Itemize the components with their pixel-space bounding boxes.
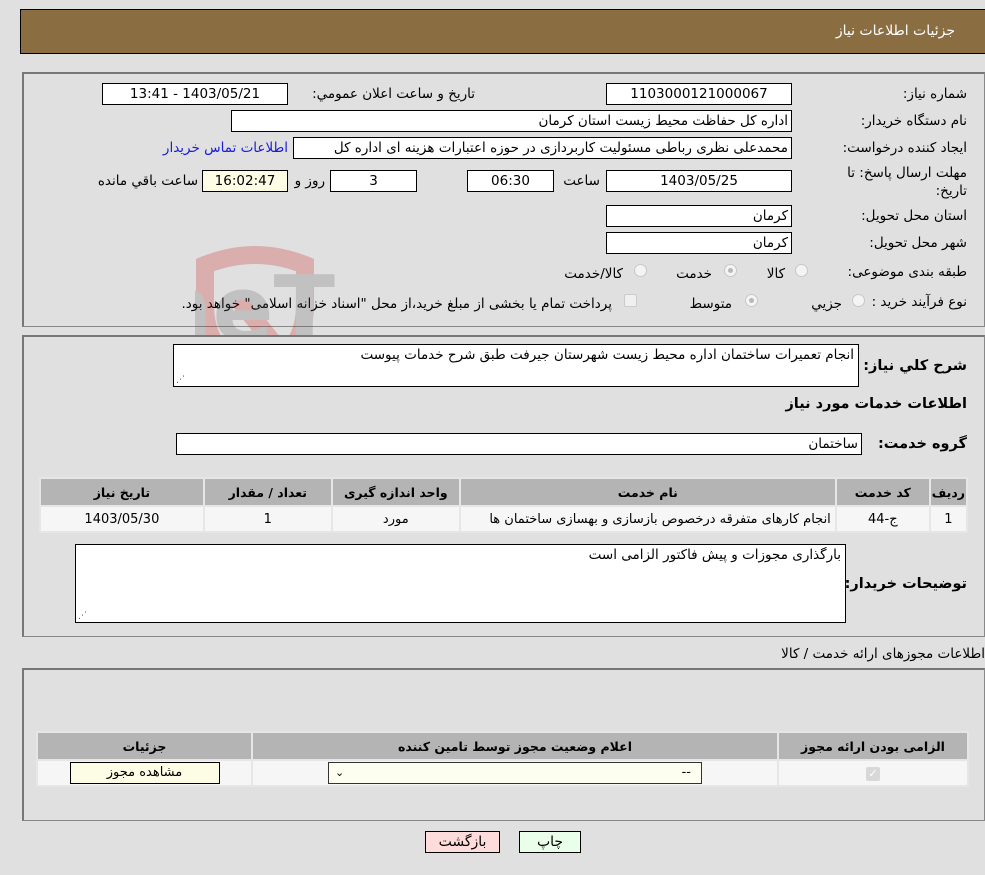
services-table-header: رديف کد خدمت نام خدمت واحد اندازه گیری ت… (39, 477, 969, 507)
buyer-notes-label: توضیحات خریدار: (844, 576, 967, 592)
cell-row: 1 (928, 505, 969, 533)
category-label: طبقه بندی موضوعی: (847, 264, 967, 280)
description-label: شرح کلي نياز: (863, 358, 967, 374)
payment-note: پرداخت تمام یا بخشی از مبلغ خرید،از محل … (181, 296, 612, 312)
required-checkbox[interactable]: ✓ (866, 766, 880, 781)
category-radio-service[interactable] (724, 264, 737, 277)
service-group-label: گروه خدمت: (877, 436, 967, 452)
deadline-date-field: 1403/05/25 (606, 170, 792, 192)
process-radio-medium[interactable] (745, 294, 758, 307)
resize-grip-icon[interactable]: ⋰ (78, 611, 87, 621)
buyer-notes-text: بارگذاری مجوزات و پیش فاکتور الزامی است (588, 547, 841, 563)
permits-table: الزامی بودن ارائه مجوز اعلام وضعیت مجوز … (36, 731, 969, 787)
cell-name: انجام کارهای متفرقه درخصوص بازسازی و بهس… (458, 505, 837, 533)
col-qty: تعداد / مقدار (202, 477, 333, 507)
buyer-notes-textarea[interactable]: بارگذاری مجوزات و پیش فاکتور الزامی است … (75, 544, 846, 623)
deadline-time-label: ساعت (563, 173, 600, 189)
col-status: اعلام وضعیت مجوز توسط تامین کننده (251, 731, 779, 761)
cell-unit: مورد (330, 505, 461, 533)
days-label: روز و (294, 173, 325, 189)
need-number-field: 1103000121000067 (606, 83, 792, 105)
cell-date: 1403/05/30 (39, 505, 205, 533)
buyer-org-field: اداره کل حفاظت محیط زیست استان کرمان (231, 110, 792, 132)
category-option-goods: کالا (766, 266, 785, 282)
page-header: جزئیات اطلاعات نیاز (20, 9, 985, 54)
category-radio-goods[interactable] (795, 264, 808, 277)
col-code: کد خدمت (834, 477, 931, 507)
table-row: 1 ج-44 انجام کارهای متفرقه درخصوص بازساز… (39, 505, 969, 533)
need-number-label: شماره نیاز: (902, 86, 967, 102)
creator-field: محمدعلی نظری رباطی مسئولیت کاربردازی در … (293, 137, 792, 159)
contact-info-link[interactable]: اطلاعات تماس خریدار (163, 140, 288, 156)
cell-qty: 1 (202, 505, 333, 533)
col-details: جزئیات (36, 731, 253, 761)
permit-status-value: -- (681, 765, 691, 780)
col-required: الزامی بودن ارائه مجوز (777, 731, 969, 761)
category-option-goods-service: کالا/خدمت (564, 266, 623, 282)
print-button[interactable]: چاپ (519, 831, 581, 853)
services-heading: اطلاعات خدمات مورد نیاز (785, 396, 967, 412)
process-label: نوع فرآیند خرید : (871, 294, 967, 310)
permits-heading: اطلاعات مجوزهای ارائه خدمت / کالا (781, 646, 985, 662)
col-date: تاریخ نیاز (39, 477, 205, 507)
permit-status-select[interactable]: -- ⌄ (328, 762, 702, 784)
buyer-org-label: نام دستگاه خریدار: (860, 113, 967, 129)
cell-status: -- ⌄ (251, 759, 779, 787)
process-radio-minor[interactable] (852, 294, 865, 307)
deadline-label: مهلت ارسال پاسخ: تا تاریخ: (847, 165, 967, 199)
service-group-field: ساختمان (176, 433, 862, 455)
remaining-time-label: ساعت باقي مانده (97, 173, 198, 189)
city-field: کرمان (606, 232, 792, 254)
deadline-time-field: 06:30 (467, 170, 554, 192)
services-table: رديف کد خدمت نام خدمت واحد اندازه گیری ت… (39, 477, 969, 533)
col-row: رديف (928, 477, 969, 507)
province-label: استان محل تحویل: (861, 208, 967, 224)
announce-label: تاریخ و ساعت اعلان عمومي: (312, 86, 475, 102)
cell-required: ✓ (777, 759, 969, 787)
days-remaining-field: 3 (330, 170, 417, 192)
creator-label: ایجاد کننده درخواست: (842, 140, 967, 156)
description-textarea[interactable]: انجام تعمیرات ساختمان اداره محیط زیست شه… (173, 344, 859, 387)
process-option-minor: جزيي (811, 296, 842, 312)
treasury-payment-checkbox[interactable] (624, 294, 637, 307)
page-title: جزئیات اطلاعات نیاز (835, 23, 955, 39)
category-radio-goods-service[interactable] (634, 264, 647, 277)
description-text: انجام تعمیرات ساختمان اداره محیط زیست شه… (360, 347, 854, 363)
category-option-service: خدمت (676, 266, 712, 282)
col-name: نام خدمت (458, 477, 837, 507)
table-row: ✓ -- ⌄ مشاهده مجوز (36, 759, 969, 787)
back-button[interactable]: بازگشت (425, 831, 500, 853)
process-option-medium: متوسط (689, 296, 732, 312)
col-unit: واحد اندازه گیری (330, 477, 461, 507)
remaining-time-field: 16:02:47 (202, 170, 288, 192)
city-label: شهر محل تحویل: (869, 235, 967, 251)
chevron-down-icon: ⌄ (335, 766, 345, 779)
view-permit-button[interactable]: مشاهده مجوز (69, 762, 220, 784)
cell-code: ج-44 (834, 505, 931, 533)
resize-grip-icon[interactable]: ⋰ (176, 375, 185, 385)
province-field: کرمان (606, 205, 792, 227)
cell-details: مشاهده مجوز (36, 759, 253, 787)
announce-field: 1403/05/21 - 13:41 (102, 83, 288, 105)
permits-table-header: الزامی بودن ارائه مجوز اعلام وضعیت مجوز … (36, 731, 969, 761)
